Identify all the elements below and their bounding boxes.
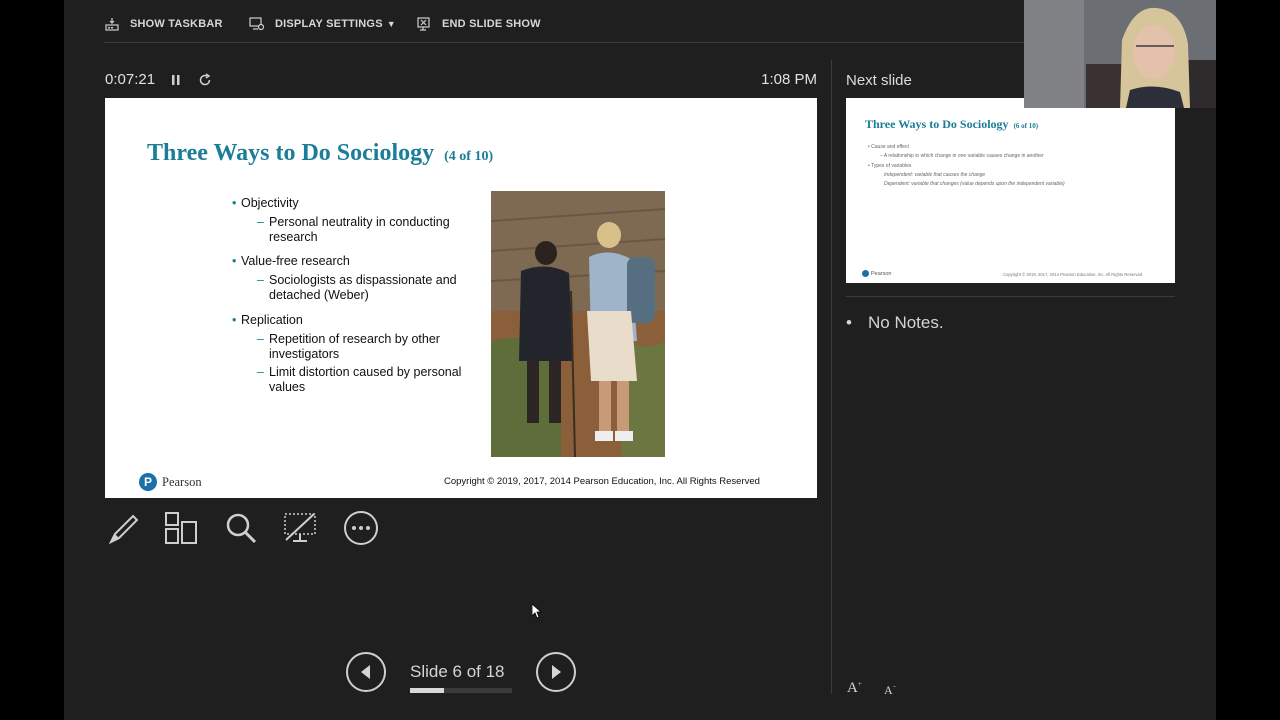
current-slide[interactable]: Three Ways to Do Sociology (4 of 10) • O…: [105, 98, 817, 498]
bullet-dot: •: [232, 254, 237, 268]
taskbar-icon: [105, 18, 119, 31]
slide-title-text: Three Ways to Do Sociology: [147, 140, 435, 166]
next-slide-line: Independent: variable that causes the ch…: [884, 172, 986, 178]
speaker-notes[interactable]: • No Notes.: [846, 313, 944, 333]
black-screen-icon: [284, 513, 316, 542]
notes-divider: [846, 296, 1175, 297]
bullet-label: Replication: [241, 313, 303, 327]
bullet-dot: •: [232, 313, 237, 327]
sub-bullet-text: detached (Weber): [269, 287, 369, 302]
reset-icon: [199, 73, 211, 86]
pen-tool-button[interactable]: [103, 508, 143, 548]
reset-timer-button[interactable]: [196, 71, 214, 89]
pen-icon: [108, 514, 139, 545]
photo-illustration: [491, 191, 665, 457]
increase-font-label: A: [847, 680, 858, 696]
end-slide-show-label: END SLIDE SHOW: [442, 18, 541, 30]
display-settings-label: DISPLAY SETTINGS: [275, 18, 383, 30]
zoom-button[interactable]: [221, 508, 261, 548]
black-screen-button[interactable]: [280, 508, 320, 548]
next-icon: [552, 665, 561, 679]
bullet-objectivity: • Objectivity: [232, 196, 299, 211]
next-slide-title-text: Three Ways to Do Sociology: [865, 117, 1009, 131]
pearson-logo: P Pearson: [139, 473, 202, 491]
slide-copyright: Copyright © 2019, 2017, 2014 Pearson Edu…: [444, 476, 760, 487]
display-settings-icon: [249, 17, 265, 31]
pearson-p-icon: P: [139, 473, 157, 491]
next-slide-line: – A relationship in which change in one …: [880, 153, 1044, 159]
zoom-icon: [226, 513, 257, 544]
sub-bullet: – Sociologists as dispassionate and deta…: [257, 273, 457, 302]
sub-bullet-text: Personal neutrality in conducting: [269, 215, 450, 229]
next-slide-button[interactable]: [536, 652, 576, 692]
slide-title: Three Ways to Do Sociology (4 of 10): [147, 140, 493, 167]
bullet-value-free: • Value-free research: [232, 254, 350, 269]
decrease-font-button[interactable]: A−: [884, 683, 897, 698]
next-slide-line: • Types of variables: [868, 163, 912, 169]
next-slide-logo-text: Pearson: [871, 270, 892, 277]
slide-title-count: (4 of 10): [444, 149, 494, 164]
next-slide-label: Next slide: [846, 72, 912, 89]
sub-bullet-dash: –: [257, 215, 264, 229]
panel-divider: [831, 60, 832, 694]
decrease-font-label: A: [884, 683, 893, 697]
all-slides-icon: [165, 512, 197, 544]
notes-text: No Notes.: [868, 313, 944, 332]
previous-slide-button[interactable]: [346, 652, 386, 692]
sub-bullet-text: Limit distortion caused by personal: [269, 365, 462, 379]
notes-bullet: •: [846, 313, 852, 332]
next-slide-title-count: (6 of 10): [1013, 122, 1039, 130]
webcam-video: [1024, 0, 1216, 108]
dropdown-caret-icon: ▼: [386, 19, 396, 29]
pause-icon: [172, 75, 180, 85]
sub-bullet-dash: –: [257, 332, 264, 346]
pause-timer-button[interactable]: [167, 71, 185, 89]
bullet-label: Objectivity: [241, 196, 299, 210]
sub-bullet-text: research: [269, 229, 318, 244]
sub-bullet: – Personal neutrality in conducting rese…: [257, 215, 450, 244]
display-settings-button[interactable]: DISPLAY SETTINGS ▼: [249, 14, 396, 34]
previous-icon: [361, 665, 370, 679]
presenter-view: SHOW TASKBAR DISPLAY SETTINGS ▼ END SLID…: [64, 0, 1216, 720]
next-slide-title: Three Ways to Do Sociology (6 of 10): [865, 117, 1038, 132]
show-taskbar-label: SHOW TASKBAR: [130, 18, 223, 30]
elapsed-timer: 0:07:21: [105, 71, 156, 88]
more-options-button[interactable]: [341, 508, 381, 548]
webcam-person: [1024, 0, 1216, 108]
sub-bullet: – Limit distortion caused by personal va…: [257, 365, 462, 394]
slide-progress-bar: [410, 688, 512, 693]
current-time: 1:08 PM: [761, 71, 817, 88]
sub-bullet-text: Repetition of research by other: [269, 332, 440, 346]
more-options-icon: [344, 511, 378, 545]
mouse-cursor-icon: [532, 604, 542, 619]
end-slide-show-button[interactable]: END SLIDE SHOW: [416, 14, 541, 34]
bullet-replication: • Replication: [232, 313, 303, 328]
bullet-dot: •: [232, 196, 237, 210]
slide-photo: [491, 191, 665, 457]
end-show-icon: [417, 17, 430, 31]
next-slide-pearson-logo: Pearson: [862, 270, 892, 277]
sub-bullet-text: Sociologists as dispassionate and: [269, 273, 457, 287]
see-all-slides-button[interactable]: [161, 508, 201, 548]
bullet-label: Value-free research: [241, 254, 350, 268]
sub-bullet: – Repetition of research by other invest…: [257, 332, 440, 361]
sub-bullet-text: investigators: [269, 346, 340, 361]
sub-bullet-dash: –: [257, 273, 264, 287]
next-slide-copyright: Copyright © 2019, 2017, 2014 Pearson Edu…: [1003, 272, 1143, 277]
increase-font-button[interactable]: A+: [847, 680, 862, 697]
next-slide-line: • Cause and effect: [868, 144, 909, 150]
next-slide-preview[interactable]: Three Ways to Do Sociology (6 of 10) • C…: [846, 98, 1175, 283]
next-slide-line: Dependent: variable that changes (value …: [884, 181, 1065, 187]
slide-counter[interactable]: Slide 6 of 18: [410, 662, 505, 682]
sub-bullet-dash: –: [257, 365, 264, 379]
sub-bullet-text: values: [269, 379, 306, 394]
pearson-logo-text: Pearson: [162, 474, 202, 489]
slide-progress-fill: [410, 688, 444, 693]
toolbar-divider: [104, 42, 1024, 43]
show-taskbar-button[interactable]: SHOW TASKBAR: [104, 14, 223, 34]
pearson-p-icon: [862, 270, 869, 277]
